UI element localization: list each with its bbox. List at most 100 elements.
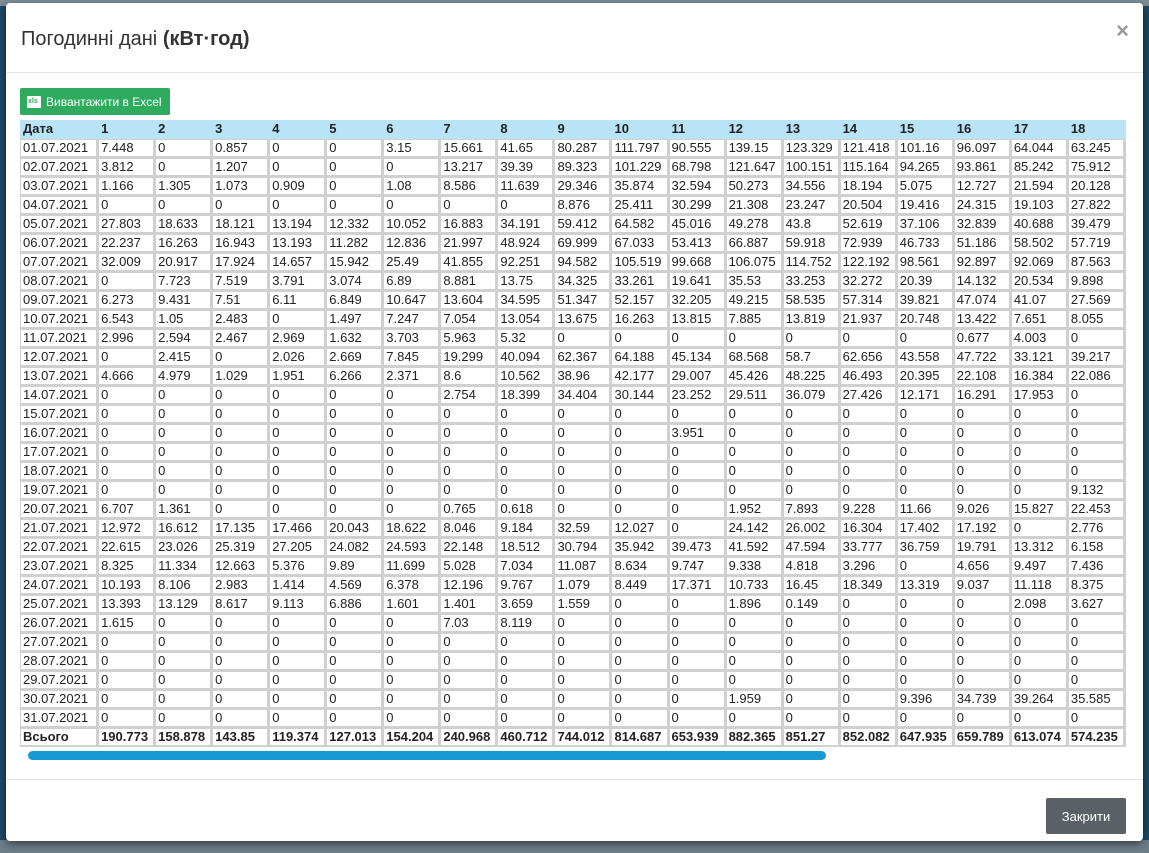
value-cell: 0 — [782, 671, 840, 690]
value-cell: 32.205 — [668, 291, 726, 310]
value-cell: 0 — [554, 443, 612, 462]
value-cell: 38.96 — [554, 367, 612, 386]
value-cell: 7.893 — [782, 500, 840, 519]
value-cell: 10.647 — [383, 291, 441, 310]
value-cell: 121.418 — [839, 139, 897, 158]
value-cell: 0 — [212, 348, 270, 367]
value-cell: 0 — [98, 652, 156, 671]
value-cell: 0 — [554, 405, 612, 424]
value-cell: 0 — [326, 690, 384, 709]
value-cell: 0 — [1010, 424, 1068, 443]
value-cell: 8 — [1124, 557, 1126, 576]
value-cell: 0 — [611, 424, 669, 443]
value-cell: 0 — [839, 671, 897, 690]
value-cell: 39.479 — [1067, 215, 1125, 234]
value-cell: 9.747 — [668, 557, 726, 576]
value-cell: 0 — [98, 424, 156, 443]
value-cell: 57.719 — [1067, 234, 1125, 253]
date-cell: 09.07.2021 — [20, 291, 99, 310]
value-cell: 0 — [782, 481, 840, 500]
value-cell: 0 — [212, 633, 270, 652]
value-cell: 143.85 — [212, 728, 270, 747]
value-cell: 0 — [839, 329, 897, 348]
value-cell: 64.582 — [611, 215, 669, 234]
value-cell: 8.106 — [155, 576, 213, 595]
value-cell: 0 — [98, 481, 156, 500]
value-cell: 0 — [611, 481, 669, 500]
value-cell: 0 — [497, 424, 555, 443]
value-cell: 0 — [953, 633, 1011, 652]
value-cell: 0 — [212, 196, 270, 215]
value-cell: 12.196 — [440, 576, 498, 595]
value-cell: 13.194 — [269, 215, 327, 234]
value-cell: 0 — [155, 158, 213, 177]
column-header-hour: 5 — [326, 120, 384, 139]
value-cell: 7 — [1124, 253, 1126, 272]
value-cell: 0 — [269, 500, 327, 519]
value-cell: 17.135 — [212, 519, 270, 538]
value-cell: 8.586 — [440, 177, 498, 196]
value-cell: 13.217 — [440, 158, 498, 177]
value-cell: 106.075 — [725, 253, 783, 272]
table-row: 10.07.2021 6.543 1.05 2.483 0 1.497 7.247 7.054… — [20, 310, 1126, 329]
date-cell: 03.07.2021 — [20, 177, 99, 196]
value-cell: 5 — [1124, 139, 1126, 158]
value-cell: 460.712 — [497, 728, 555, 747]
value-cell: 11.334 — [155, 557, 213, 576]
value-cell: 0 — [1067, 652, 1125, 671]
value-cell: 0 — [98, 633, 156, 652]
value-cell: 0 — [269, 652, 327, 671]
value-cell: 613.074 — [1010, 728, 1068, 747]
value-cell: 47.074 — [953, 291, 1011, 310]
value-cell: 8.617 — [212, 595, 270, 614]
value-cell: 1.08 — [383, 177, 441, 196]
column-header-hour: 2 — [155, 120, 213, 139]
value-cell: 13.75 — [497, 272, 555, 291]
date-cell: 07.07.2021 — [20, 253, 99, 272]
horizontal-scrollbar[interactable] — [28, 751, 826, 760]
table-row: 13.07.2021 4.666 4.979 1.029 1.951 6.266 2.371… — [20, 367, 1126, 386]
value-cell: 23.026 — [155, 538, 213, 557]
column-header-date: Дата — [20, 120, 99, 139]
value-cell: 48.924 — [497, 234, 555, 253]
value-cell: 16.291 — [953, 386, 1011, 405]
hourly-table-container[interactable]: Дата1234567891011121314151617181 01.07.2… — [20, 120, 1126, 750]
value-cell: 122.192 — [839, 253, 897, 272]
value-cell: 0 — [668, 481, 726, 500]
value-cell: 0 — [725, 443, 783, 462]
value-cell: 2.467 — [212, 329, 270, 348]
value-cell: 12.171 — [896, 386, 954, 405]
value-cell: 90.555 — [668, 139, 726, 158]
value-cell: 89.323 — [554, 158, 612, 177]
value-cell: 9.184 — [497, 519, 555, 538]
value-cell: 2.969 — [269, 329, 327, 348]
value-cell: 32.839 — [953, 215, 1011, 234]
date-cell: 17.07.2021 — [20, 443, 99, 462]
table-row: 11.07.2021 2.996 2.594 2.467 2.969 1.632 3.703… — [20, 329, 1126, 348]
value-cell: 0 — [497, 196, 555, 215]
value-cell: 0 — [896, 652, 954, 671]
column-header-hour: 6 — [383, 120, 441, 139]
table-header-row: Дата1234567891011121314151617181 — [20, 120, 1126, 139]
value-cell: 0 — [554, 633, 612, 652]
value-cell: 13.054 — [497, 310, 555, 329]
excel-file-icon — [27, 95, 41, 108]
value-cell: 6.11 — [269, 291, 327, 310]
value-cell: 0 — [269, 158, 327, 177]
value-cell: 6.707 — [98, 500, 156, 519]
value-cell: 24.593 — [383, 538, 441, 557]
value-cell: 30.299 — [668, 196, 726, 215]
value-cell: 20.043 — [326, 519, 384, 538]
column-header-hour: 3 — [212, 120, 270, 139]
value-cell: 0 — [440, 709, 498, 728]
value-cell: 101.16 — [896, 139, 954, 158]
value-cell: 2.098 — [1010, 595, 1068, 614]
value-cell: 0 — [1010, 614, 1068, 633]
value-cell: 30.794 — [554, 538, 612, 557]
value-cell: 5.376 — [269, 557, 327, 576]
close-button[interactable]: Закрити — [1046, 798, 1126, 834]
value-cell: 41.65 — [497, 139, 555, 158]
value-cell: 16.943 — [212, 234, 270, 253]
close-icon[interactable]: × — [1116, 18, 1129, 44]
export-excel-button[interactable]: Вивантажити в Excel — [20, 88, 170, 115]
